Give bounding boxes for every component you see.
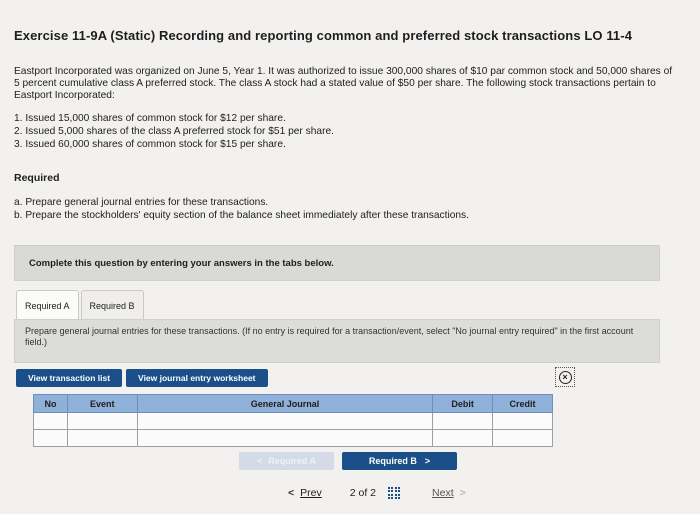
tab-navigation: < Required A Required B > bbox=[239, 452, 457, 470]
journal-table: No Event General Journal Debit Credit bbox=[33, 394, 553, 447]
prev-tab-button: < Required A bbox=[239, 452, 334, 470]
column-header-no: No bbox=[33, 394, 68, 413]
pagination: < Prev 2 of 2 Next > bbox=[288, 487, 466, 499]
view-transaction-list-button[interactable]: View transaction list bbox=[16, 369, 123, 387]
required-item: a. Prepare general journal entries for t… bbox=[14, 197, 269, 208]
tab-bar: Required A Required B bbox=[16, 290, 146, 320]
chevron-left-icon[interactable]: < bbox=[288, 487, 294, 499]
cell-credit[interactable] bbox=[492, 429, 553, 447]
cell-account[interactable] bbox=[136, 412, 434, 430]
next-tab-label: Required B bbox=[368, 456, 417, 466]
tab-required-b[interactable]: Required B bbox=[80, 290, 144, 320]
transaction-item: 1. Issued 15,000 shares of common stock … bbox=[14, 113, 286, 124]
table-header-row: No Event General Journal Debit Credit bbox=[33, 394, 553, 413]
column-header-event: Event bbox=[66, 394, 138, 413]
cell-debit[interactable] bbox=[432, 429, 494, 447]
transaction-item: 3. Issued 60,000 shares of common stock … bbox=[14, 139, 286, 150]
view-journal-worksheet-button[interactable]: View journal entry worksheet bbox=[126, 369, 268, 387]
cell-event[interactable] bbox=[66, 429, 138, 447]
column-header-general-journal: General Journal bbox=[136, 394, 434, 413]
table-row bbox=[33, 412, 553, 430]
cell-event[interactable] bbox=[66, 412, 138, 430]
grid-icon[interactable] bbox=[388, 487, 400, 499]
cell-credit[interactable] bbox=[492, 412, 553, 430]
tab-panel: Prepare general journal entries for thes… bbox=[14, 319, 660, 363]
next-link[interactable]: Next bbox=[432, 487, 454, 499]
cell-account[interactable] bbox=[136, 429, 434, 447]
cell-no[interactable] bbox=[33, 412, 68, 430]
worksheet-buttons: View transaction list View journal entry… bbox=[16, 369, 272, 387]
table-row bbox=[33, 429, 553, 447]
panel-instruction: Prepare general journal entries for thes… bbox=[25, 326, 634, 347]
transaction-item: 2. Issued 5,000 shares of the class A pr… bbox=[14, 126, 334, 137]
banner-text: Complete this question by entering your … bbox=[29, 257, 334, 269]
chevron-left-icon: < bbox=[257, 456, 263, 466]
cell-debit[interactable] bbox=[432, 412, 494, 430]
required-list: a. Prepare general journal entries for t… bbox=[14, 196, 469, 222]
chevron-right-icon[interactable]: > bbox=[460, 487, 466, 499]
close-circle-icon[interactable]: × bbox=[555, 367, 575, 387]
chevron-right-icon: > bbox=[424, 456, 431, 466]
column-header-credit: Credit bbox=[492, 394, 553, 413]
tab-required-a[interactable]: Required A bbox=[16, 290, 79, 320]
problem-intro: Eastport Incorporated was organized on J… bbox=[14, 66, 673, 101]
required-heading: Required bbox=[14, 172, 60, 184]
prev-link[interactable]: Prev bbox=[300, 487, 322, 499]
required-item: b. Prepare the stockholders' equity sect… bbox=[14, 210, 469, 221]
prev-tab-label: Required A bbox=[268, 456, 316, 466]
transaction-list: 1. Issued 15,000 shares of common stock … bbox=[14, 112, 334, 151]
next-tab-button[interactable]: Required B > bbox=[342, 452, 457, 470]
page-title: Exercise 11-9A (Static) Recording and re… bbox=[14, 28, 633, 43]
instruction-banner: Complete this question by entering your … bbox=[14, 245, 660, 281]
page-indicator: 2 of 2 bbox=[349, 487, 377, 499]
column-header-debit: Debit bbox=[432, 394, 494, 413]
cell-no[interactable] bbox=[33, 429, 68, 447]
